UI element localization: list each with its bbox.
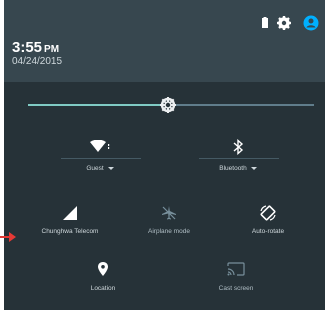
brightness-slider-fill bbox=[28, 104, 168, 106]
chevron-down-icon[interactable] bbox=[250, 166, 257, 170]
tile-cellular-label: Chunghwa Telecom bbox=[41, 228, 99, 235]
tile-bluetooth-label: Bluetooth bbox=[219, 165, 247, 172]
status-header: 3:55 PM 04/24/2015 bbox=[4, 0, 325, 82]
red-arrow-icon bbox=[0, 232, 16, 242]
tile-auto-rotate[interactable]: Auto-rotate bbox=[223, 202, 313, 235]
quick-settings-panel: 3:55 PM 04/24/2015 Guest Bluetooth Chung… bbox=[4, 0, 325, 310]
tile-wifi[interactable]: Guest bbox=[55, 136, 145, 172]
gear-icon[interactable] bbox=[276, 15, 292, 31]
location-pin-icon bbox=[98, 262, 108, 276]
wifi-icon bbox=[90, 140, 110, 152]
tile-wifi-label: Guest bbox=[86, 165, 104, 172]
user-account-icon[interactable] bbox=[303, 15, 319, 31]
brightness-thumb-icon[interactable] bbox=[159, 96, 177, 114]
clock-ampm: PM bbox=[44, 44, 60, 55]
battery-icon bbox=[262, 17, 268, 28]
tile-auto-rotate-label: Auto-rotate bbox=[251, 228, 285, 235]
auto-rotate-icon bbox=[260, 205, 276, 221]
tile-airplane-mode[interactable]: Airplane mode bbox=[124, 202, 214, 235]
tile-cast-screen-label: Cast screen bbox=[218, 285, 254, 292]
cast-icon bbox=[227, 262, 245, 276]
bluetooth-icon bbox=[233, 139, 244, 155]
tile-airplane-mode-label: Airplane mode bbox=[148, 228, 190, 235]
clock[interactable]: 3:55 PM bbox=[12, 39, 59, 56]
tile-bluetooth[interactable]: Bluetooth bbox=[193, 136, 283, 172]
date-label[interactable]: 04/24/2015 bbox=[12, 56, 62, 67]
tile-cast-screen[interactable]: Cast screen bbox=[191, 258, 281, 292]
divider bbox=[199, 158, 279, 159]
airplane-icon bbox=[162, 206, 176, 220]
clock-time: 3:55 bbox=[12, 39, 43, 56]
cell-signal-icon bbox=[63, 206, 77, 220]
tile-location[interactable]: Location bbox=[58, 258, 148, 292]
divider bbox=[61, 158, 141, 159]
chevron-down-icon[interactable] bbox=[107, 166, 114, 170]
tile-location-label: Location bbox=[90, 285, 116, 292]
tile-cellular[interactable]: Chunghwa Telecom bbox=[25, 202, 115, 235]
